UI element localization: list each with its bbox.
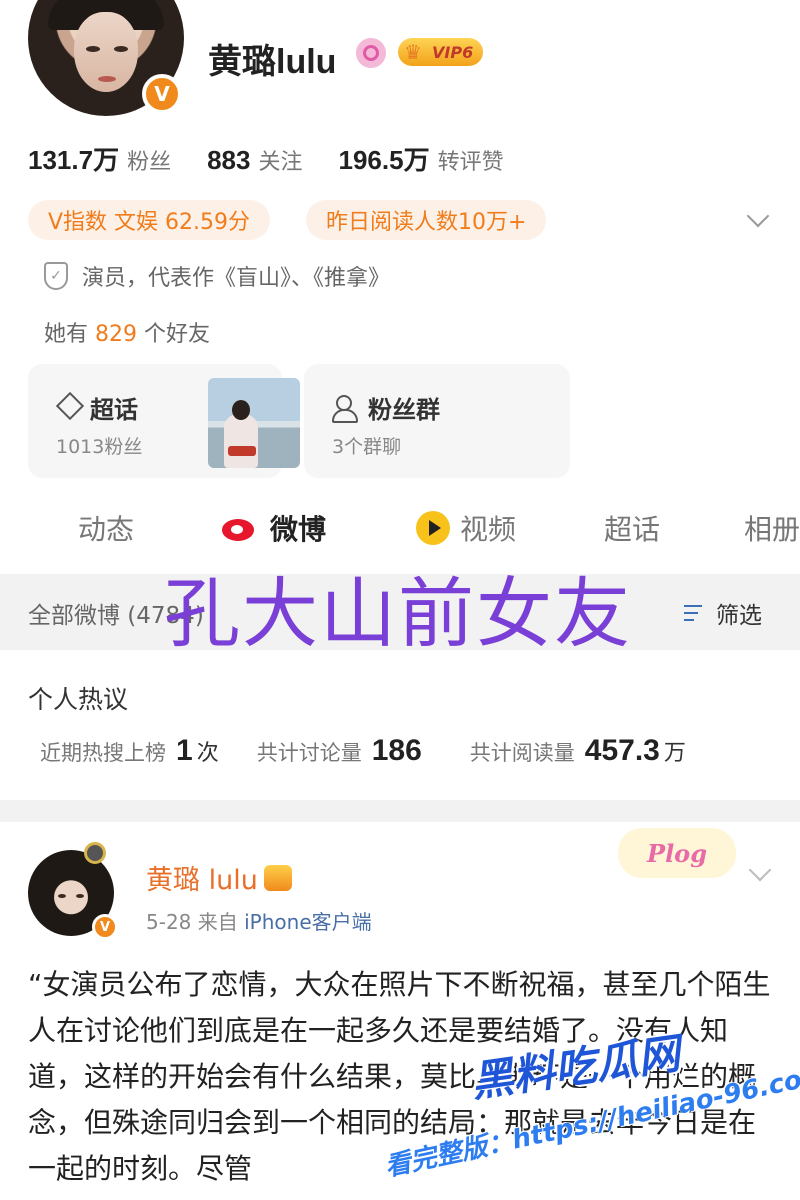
tab-video[interactable]: 视频 — [416, 508, 516, 548]
video-play-icon — [416, 511, 450, 545]
stat-label: 粉丝 — [127, 150, 172, 175]
people-icon — [332, 394, 360, 423]
post-meta: 5-28 来自 iPhone客户端 — [146, 906, 372, 935]
stat-interactions[interactable]: 196.5万 转评赞 — [339, 140, 504, 177]
certification-row: ✓ 演员，代表作《盲山》、《推拿》 — [44, 260, 390, 292]
v-index-pill[interactable]: V指数 文娱 62.59分 — [28, 200, 271, 240]
supertopic-card-title: 超话 — [56, 390, 138, 425]
weibo-icon — [220, 513, 260, 543]
hot-stat-label: 共计讨论量 — [256, 741, 362, 765]
post-source-prefix: 来自 — [197, 910, 238, 934]
friends-suffix: 个好友 — [144, 322, 211, 347]
stat-value: 131.7万 — [28, 145, 120, 175]
post-author-name[interactable]: 黄璐 lulu — [146, 858, 292, 897]
fangroup-card[interactable]: 粉丝群 3个群聊 — [304, 364, 570, 478]
supertopic-title-text: 超话 — [90, 396, 138, 424]
tab-label: 超话 — [604, 513, 661, 546]
hot-stat-unit: 次 — [196, 741, 219, 766]
friends-count: 829 — [95, 322, 138, 347]
stat-value: 196.5万 — [338, 145, 430, 175]
diamond-icon — [56, 398, 82, 418]
filter-icon — [684, 603, 710, 623]
post-date: 5-28 — [146, 910, 192, 934]
fangroup-title-text: 粉丝群 — [368, 396, 440, 424]
hot-discussion-stats: 近期热搜上榜 1 次 共计讨论量 186 共计阅读量 457.3 万 — [40, 734, 686, 768]
friends-row[interactable]: 她有 829 个好友 — [44, 316, 210, 348]
avatar-eye — [76, 894, 84, 898]
verified-badge-icon: V — [142, 74, 182, 114]
post-author-text: 黄璐 lulu — [146, 865, 258, 896]
overlay-caption: 孔大山前女友 — [164, 569, 632, 658]
stat-label: 转评赞 — [437, 150, 504, 175]
avatar-eye — [86, 46, 100, 52]
vip-label: VIP6 — [432, 42, 474, 62]
profile-stats: 131.7万 粉丝 883 关注 196.5万 转评赞 — [28, 140, 504, 177]
verified-badge-icon: V — [92, 914, 118, 940]
thumbnail-scarf — [228, 446, 256, 456]
tab-supertopic[interactable]: 超话 — [604, 508, 660, 548]
avatar-eye — [58, 894, 66, 898]
avatar-lip — [98, 76, 116, 82]
stat-following[interactable]: 883 关注 — [207, 144, 302, 176]
profile-tabs: 动态 微博 视频 超话 相册 — [0, 508, 800, 558]
tab-label: 视频 — [460, 513, 517, 546]
filter-button[interactable]: 筛选 — [684, 596, 762, 630]
supertopic-card[interactable]: 超话 1013粉丝 — [28, 364, 300, 478]
hot-stat-value: 186 — [371, 734, 422, 767]
stat-value: 883 — [207, 145, 251, 175]
hot-stat-unit: 万 — [663, 741, 686, 766]
tab-weibo[interactable]: 微博 — [220, 508, 326, 548]
certification-text: 演员，代表作《盲山》、《推拿》 — [82, 266, 391, 291]
tab-label: 动态 — [78, 513, 135, 546]
fangroup-card-subtitle: 3个群聊 — [332, 436, 402, 458]
chevron-down-icon[interactable] — [748, 858, 772, 882]
hot-stat-value: 1 — [176, 734, 193, 767]
avatar-eye — [114, 46, 128, 52]
section-divider — [0, 800, 800, 822]
female-gender-icon — [356, 38, 386, 68]
chevron-down-icon[interactable] — [746, 204, 770, 228]
crown-icon: ♛ — [404, 40, 422, 64]
profile-name: 黄璐lulu — [208, 43, 337, 81]
tab-label: 微博 — [270, 513, 327, 546]
hot-stat-value: 457.3 — [584, 734, 660, 767]
stat-label: 关注 — [258, 150, 303, 175]
hot-stat-label: 共计阅读量 — [469, 741, 575, 765]
vip-badge[interactable]: ♛ VIP6 — [398, 38, 484, 66]
read-count-pill[interactable]: 昨日阅读人数10万+ — [306, 200, 547, 240]
filter-label: 筛选 — [716, 603, 762, 629]
tab-dynamic[interactable]: 动态 — [78, 508, 134, 548]
avatar-pendant-icon — [84, 842, 106, 864]
supertopic-card-subtitle: 1013粉丝 — [56, 436, 143, 458]
friends-prefix: 她有 — [44, 322, 89, 347]
supertopic-thumbnail — [208, 378, 300, 468]
plog-sticker: Plog — [618, 828, 736, 878]
hot-stat-label: 近期热搜上榜 — [40, 741, 166, 765]
tab-album[interactable]: 相册 — [744, 508, 800, 548]
shield-icon: ✓ — [44, 262, 68, 290]
fangroup-card-title: 粉丝群 — [332, 390, 440, 425]
tab-label: 相册 — [744, 513, 800, 546]
membership-crown-icon — [263, 864, 292, 891]
stat-followers[interactable]: 131.7万 粉丝 — [28, 140, 171, 177]
post-source[interactable]: iPhone客户端 — [244, 910, 372, 934]
hot-discussion-title: 个人热议 — [28, 685, 129, 714]
thumbnail-person — [224, 400, 258, 468]
